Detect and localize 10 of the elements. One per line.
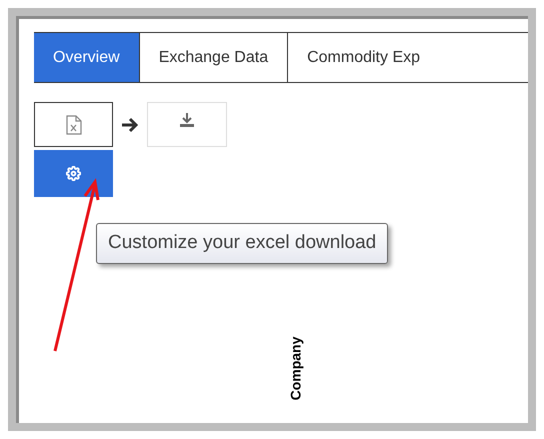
excel-file-icon: [66, 114, 82, 134]
excel-button[interactable]: [34, 102, 113, 147]
tab[interactable]: Overview: [34, 33, 140, 82]
column-header: Company: [286, 336, 304, 400]
download-button[interactable]: [147, 102, 227, 147]
settings-button[interactable]: [34, 150, 113, 197]
tooltip: Customize your excel download: [96, 223, 388, 264]
settings-icon: [66, 166, 81, 181]
arrow-right-icon: [121, 116, 139, 132]
download-icon: [179, 112, 195, 128]
